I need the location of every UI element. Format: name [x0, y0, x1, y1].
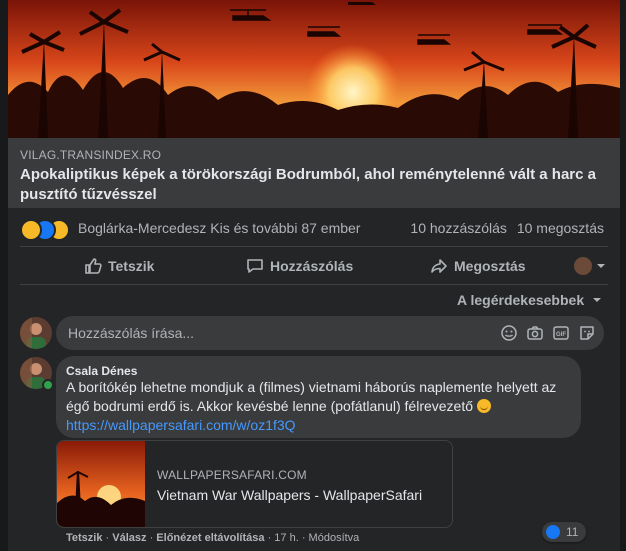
link-preview-card[interactable]: WALLPAPERSAFARI.COM Vietnam War Wallpape… — [56, 440, 453, 528]
avatar-image — [20, 317, 52, 349]
share-button[interactable]: Megosztás — [430, 248, 526, 284]
comment-author[interactable]: Csala Dénes — [66, 364, 137, 378]
link-info[interactable]: VILAG.TRANSINDEX.RO Apokaliptikus képek … — [8, 138, 620, 208]
sunset-jungle-image — [8, 0, 620, 138]
emoji-icon[interactable] — [500, 324, 518, 342]
comment-meta: Tetszik · Válasz · Előnézet eltávolítása… — [66, 532, 360, 544]
comment-like-count: 11 — [566, 525, 579, 539]
comment-button[interactable]: Hozzászólás — [246, 248, 353, 284]
comment-icon — [247, 259, 263, 273]
link-cover-image[interactable] — [8, 0, 620, 138]
comment-reply-link[interactable]: Válasz — [112, 532, 146, 544]
comment-time[interactable]: 17 h. — [274, 532, 298, 544]
comment-input-placeholder: Hozzászólás írása... — [68, 325, 195, 341]
comment-input[interactable]: Hozzászólás írása... GIF — [56, 316, 604, 350]
chevron-down-icon — [593, 298, 601, 302]
comment-label: Hozzászólás — [270, 258, 354, 274]
reaction-profile-selector[interactable] — [574, 248, 606, 284]
sort-label: A legérdekesebbek — [457, 292, 585, 308]
sticker-icon[interactable] — [578, 324, 596, 342]
chevron-down-icon — [597, 264, 605, 268]
link-domain: VILAG.TRANSINDEX.RO — [20, 148, 162, 162]
divider — [20, 246, 608, 247]
current-user-avatar[interactable] — [20, 317, 52, 349]
comment-input-tools: GIF — [500, 324, 596, 342]
post-actions: Tetszik Hozzászólás Megosztás — [20, 248, 608, 284]
comment-bubble: Csala Dénes A borítókép lehetne mondjuk … — [56, 356, 581, 438]
profile-avatar-small — [574, 257, 592, 275]
like-button[interactable]: Tetszik — [84, 248, 154, 284]
share-count[interactable]: 10 megosztás — [517, 220, 604, 236]
like-icon — [546, 525, 560, 539]
edited-label: Módosítva — [308, 532, 360, 544]
sad-icon — [20, 219, 42, 241]
svg-text:GIF: GIF — [556, 332, 566, 338]
preview-thumbnail — [57, 441, 145, 527]
comment-sort-dropdown[interactable]: A legérdekesebbek — [457, 292, 602, 308]
share-label: Megosztás — [454, 258, 526, 274]
like-label: Tetszik — [108, 258, 155, 274]
comment-reaction-badge[interactable]: 11 — [542, 522, 587, 542]
reaction-names[interactable]: Boglárka-Mercedesz Kis és további 87 emb… — [78, 220, 360, 236]
preview-domain: WALLPAPERSAFARI.COM — [157, 468, 307, 482]
comment-link[interactable]: https://wallpapersafari.com/w/oz1f3Q — [66, 417, 296, 433]
reaction-stats-bar: Boglárka-Mercedesz Kis és további 87 emb… — [8, 208, 620, 248]
share-icon — [431, 259, 447, 273]
camera-icon[interactable] — [526, 324, 544, 342]
comment-text-block: A borítókép lehetne mondjuk a (filmes) v… — [66, 378, 576, 435]
post-card: VILAG.TRANSINDEX.RO Apokaliptikus képek … — [8, 0, 620, 551]
comment-count[interactable]: 10 hozzászólás — [410, 220, 507, 236]
engagement-counts: 10 hozzászólás 10 megosztás — [410, 220, 604, 236]
preview-title: Vietnam War Wallpapers - WallpaperSafari — [157, 487, 423, 503]
remove-preview-link[interactable]: Előnézet eltávolítása — [156, 532, 264, 544]
divider — [20, 284, 608, 285]
comment-like-link[interactable]: Tetszik — [66, 532, 102, 544]
online-status-indicator — [42, 379, 54, 391]
smile-emoji-icon — [476, 399, 491, 413]
thumbs-up-icon — [85, 258, 102, 274]
link-title[interactable]: Apokaliptikus képek a törökországi Bodru… — [20, 165, 600, 205]
gif-icon[interactable]: GIF — [552, 324, 570, 342]
